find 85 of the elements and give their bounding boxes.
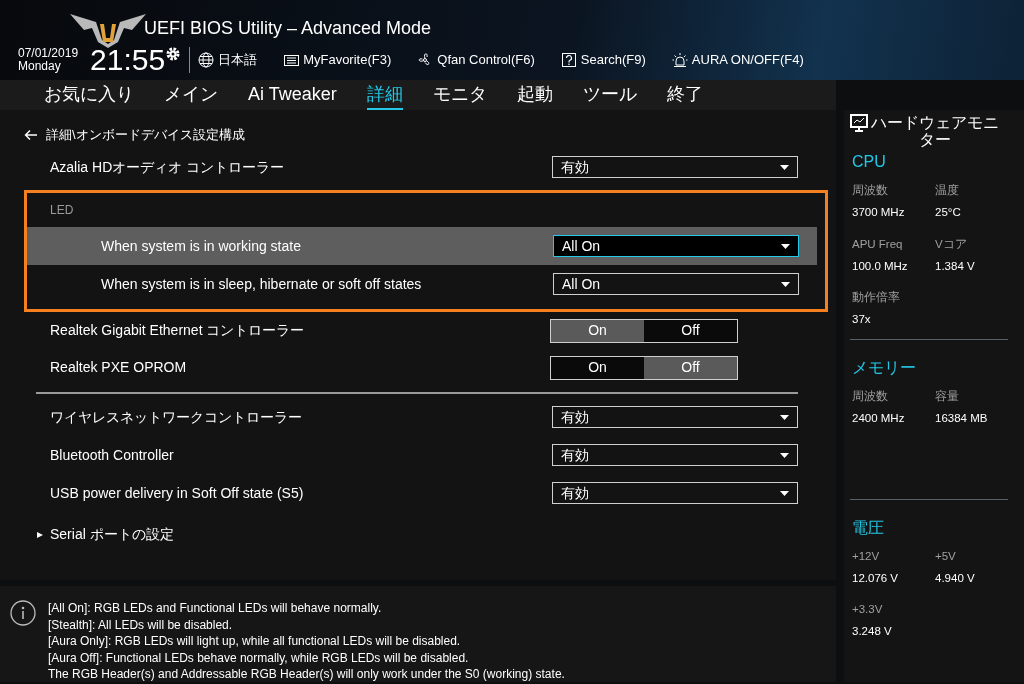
toggle-option[interactable]: Off	[644, 319, 737, 342]
setting-row[interactable]: Bluetooth Controller 有効	[0, 436, 836, 474]
toolbar-button[interactable]: AURA ON/OFF(F4)	[671, 50, 804, 70]
dropdown[interactable]: 有効	[552, 444, 798, 466]
panel-title: ハードウェアモニター	[870, 114, 1000, 148]
section-title: CPU	[851, 152, 887, 172]
setting-row[interactable]: When system is in sleep, hibernate or soft off states All On	[27, 265, 817, 303]
setting-label: Azalia HDオーディオ コントローラー	[50, 157, 285, 177]
help-text: [All On]: RGB LEDs and Functional LEDs will behave normally. [Stealth]: All LEDs will be disabled. [Aura Only]: RGB LEDs will light up, while all functional LEDs will be disabled. [Aura Off]: Functional LEDs behave normally, while RGB LEDs will be disabled. The RGB Header(s) and Addressable RGB Header(s) will only work under the S0 (working) state.	[48, 600, 565, 682]
dropdown[interactable]: 有効	[552, 156, 798, 178]
toggle-switch[interactable]: On Off	[550, 318, 738, 343]
setting-row[interactable]: USB power delivery in Soft Off state (S5) 有効	[0, 474, 836, 512]
back-arrow-icon[interactable]	[24, 129, 38, 141]
toggle-option[interactable]: On	[551, 356, 644, 379]
stat-value: 2400 MHz	[852, 410, 906, 426]
day-text: Monday	[18, 60, 62, 73]
caret-icon	[780, 490, 789, 496]
lamp-icon	[671, 52, 688, 68]
stat-value: 3700 MHz	[852, 205, 906, 221]
toggle-option[interactable]: Off	[644, 356, 737, 379]
help-icon	[560, 52, 577, 68]
dropdown[interactable]: All On	[553, 273, 799, 295]
settings-icon[interactable]	[165, 46, 182, 62]
list-icon	[283, 52, 300, 68]
stat-value: 4.940 V	[935, 570, 976, 586]
section-title: メモリー	[851, 357, 917, 378]
menu-tab[interactable]: メイン	[164, 80, 218, 110]
section-title: 電圧	[851, 517, 885, 538]
dropdown[interactable]: 有効	[552, 406, 798, 428]
menu-tab[interactable]: 終了	[666, 80, 703, 110]
stat-label: 周波数	[852, 388, 889, 404]
caret-icon	[781, 243, 790, 249]
setting-label: Realtek PXE OPROM	[50, 358, 187, 377]
stat-label: +3.3V	[852, 602, 884, 617]
setting-label: Bluetooth Controller	[50, 445, 174, 465]
stat-value: 1.384 V	[935, 258, 976, 274]
stat-value: 12.076 V	[852, 570, 900, 586]
setting-row[interactable]: ワイヤレスネットワークコントローラー 有効	[0, 398, 836, 436]
menu-tab[interactable]: Ai Tweaker	[248, 80, 337, 110]
stat-label: Vコア	[935, 236, 968, 252]
stat-label: 周波数	[852, 183, 889, 198]
stat-label: +5V	[935, 548, 957, 564]
caret-icon	[781, 281, 790, 287]
stat-label: +12V	[852, 548, 881, 564]
caret-icon	[780, 452, 789, 458]
setting-label: Realtek Gigabit Ethernet コントローラー	[50, 321, 305, 340]
setting-label: When system is in sleep, hibernate or soft off states	[101, 274, 422, 294]
date-text: 07/01/2019	[18, 47, 79, 60]
stat-label: APU Freq	[852, 236, 904, 252]
menu-tab[interactable]: お気に入り	[44, 80, 134, 110]
toolbar-button[interactable]: MyFavorite(F3)	[283, 50, 392, 70]
toggle-option[interactable]: On	[551, 319, 644, 342]
setting-label: When system is in working state	[101, 236, 301, 256]
stat-label: 動作倍率	[852, 290, 901, 305]
menu-tab[interactable]: ツール	[582, 80, 637, 110]
info-icon	[10, 600, 36, 626]
setting-row[interactable]: Azalia HDオーディオ コントローラー 有効	[0, 148, 836, 186]
stat-label: 容量	[935, 388, 960, 404]
caret-icon	[780, 164, 789, 170]
dropdown[interactable]: 有効	[552, 482, 798, 504]
menu-tab[interactable]: 起動	[516, 80, 553, 110]
setting-label: USB power delivery in Soft Off state (S5)	[50, 483, 304, 503]
stat-value: 37x	[852, 312, 872, 328]
globe-icon	[198, 52, 215, 68]
stat-value: 16384 MB	[935, 410, 989, 426]
menu-tab[interactable]: モニタ	[432, 80, 487, 110]
stat-label: 温度	[935, 183, 960, 198]
clock-time: 21:55	[90, 44, 166, 76]
toggle-switch[interactable]: On Off	[550, 355, 738, 380]
submenu-link[interactable]: Serial ポートの設定	[0, 512, 836, 545]
toolbar-button[interactable]: Qfan Control(F6)	[417, 50, 535, 70]
setting-row[interactable]: When system is in working state All On	[27, 227, 817, 265]
breadcrumb-text: 詳細\オンボードデバイス設定構成	[46, 126, 245, 145]
setting-label: ワイヤレスネットワークコントローラー	[50, 407, 302, 427]
chevron-icon	[36, 530, 44, 539]
dropdown[interactable]: All On	[553, 235, 799, 257]
window-title: UEFI BIOS Utility – Advanced Mode	[144, 17, 432, 40]
stat-value: 3.248 V	[852, 624, 893, 640]
toolbar-button[interactable]: Search(F9)	[560, 50, 646, 70]
caret-icon	[780, 414, 789, 420]
stat-value: 25°C	[935, 205, 962, 221]
stat-value: 100.0 MHz	[852, 258, 909, 274]
group-label: LED	[49, 202, 75, 219]
toolbar-button[interactable]: 日本語	[198, 50, 258, 70]
monitor-icon	[850, 114, 868, 132]
